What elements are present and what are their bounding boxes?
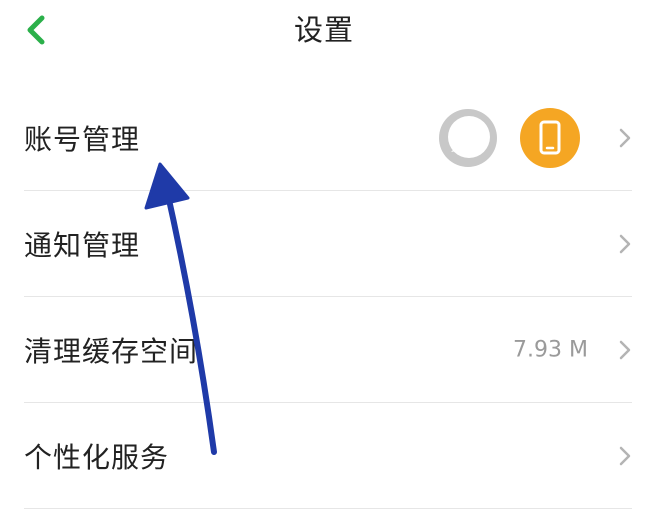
cache-size-value: 7.93 M <box>513 337 588 363</box>
navigation-bar: 设置 <box>0 0 648 60</box>
chevron-right-icon <box>619 234 631 254</box>
page-title: 设置 <box>293 13 354 47</box>
settings-item-label: 清理缓存空间 <box>24 335 199 368</box>
phone-icon <box>520 108 580 168</box>
divider <box>24 402 632 403</box>
chevron-right-icon <box>619 128 631 148</box>
settings-item-label: 通知管理 <box>24 229 141 262</box>
chevron-right-icon <box>619 340 631 360</box>
settings-item-label: 个性化服务 <box>24 441 170 474</box>
settings-item-clear-cache[interactable]: 清理缓存空间 7.93 M <box>24 298 632 402</box>
settings-item-notification-management[interactable]: 通知管理 <box>24 192 632 296</box>
divider <box>24 190 632 191</box>
divider <box>24 508 632 509</box>
chat-bubble-icon <box>439 109 497 167</box>
settings-item-label: 账号管理 <box>24 123 141 156</box>
settings-item-personalized-service[interactable]: 个性化服务 <box>24 404 632 508</box>
chevron-right-icon <box>619 446 631 466</box>
divider <box>24 296 632 297</box>
settings-item-account-management[interactable]: 账号管理 <box>24 86 632 190</box>
